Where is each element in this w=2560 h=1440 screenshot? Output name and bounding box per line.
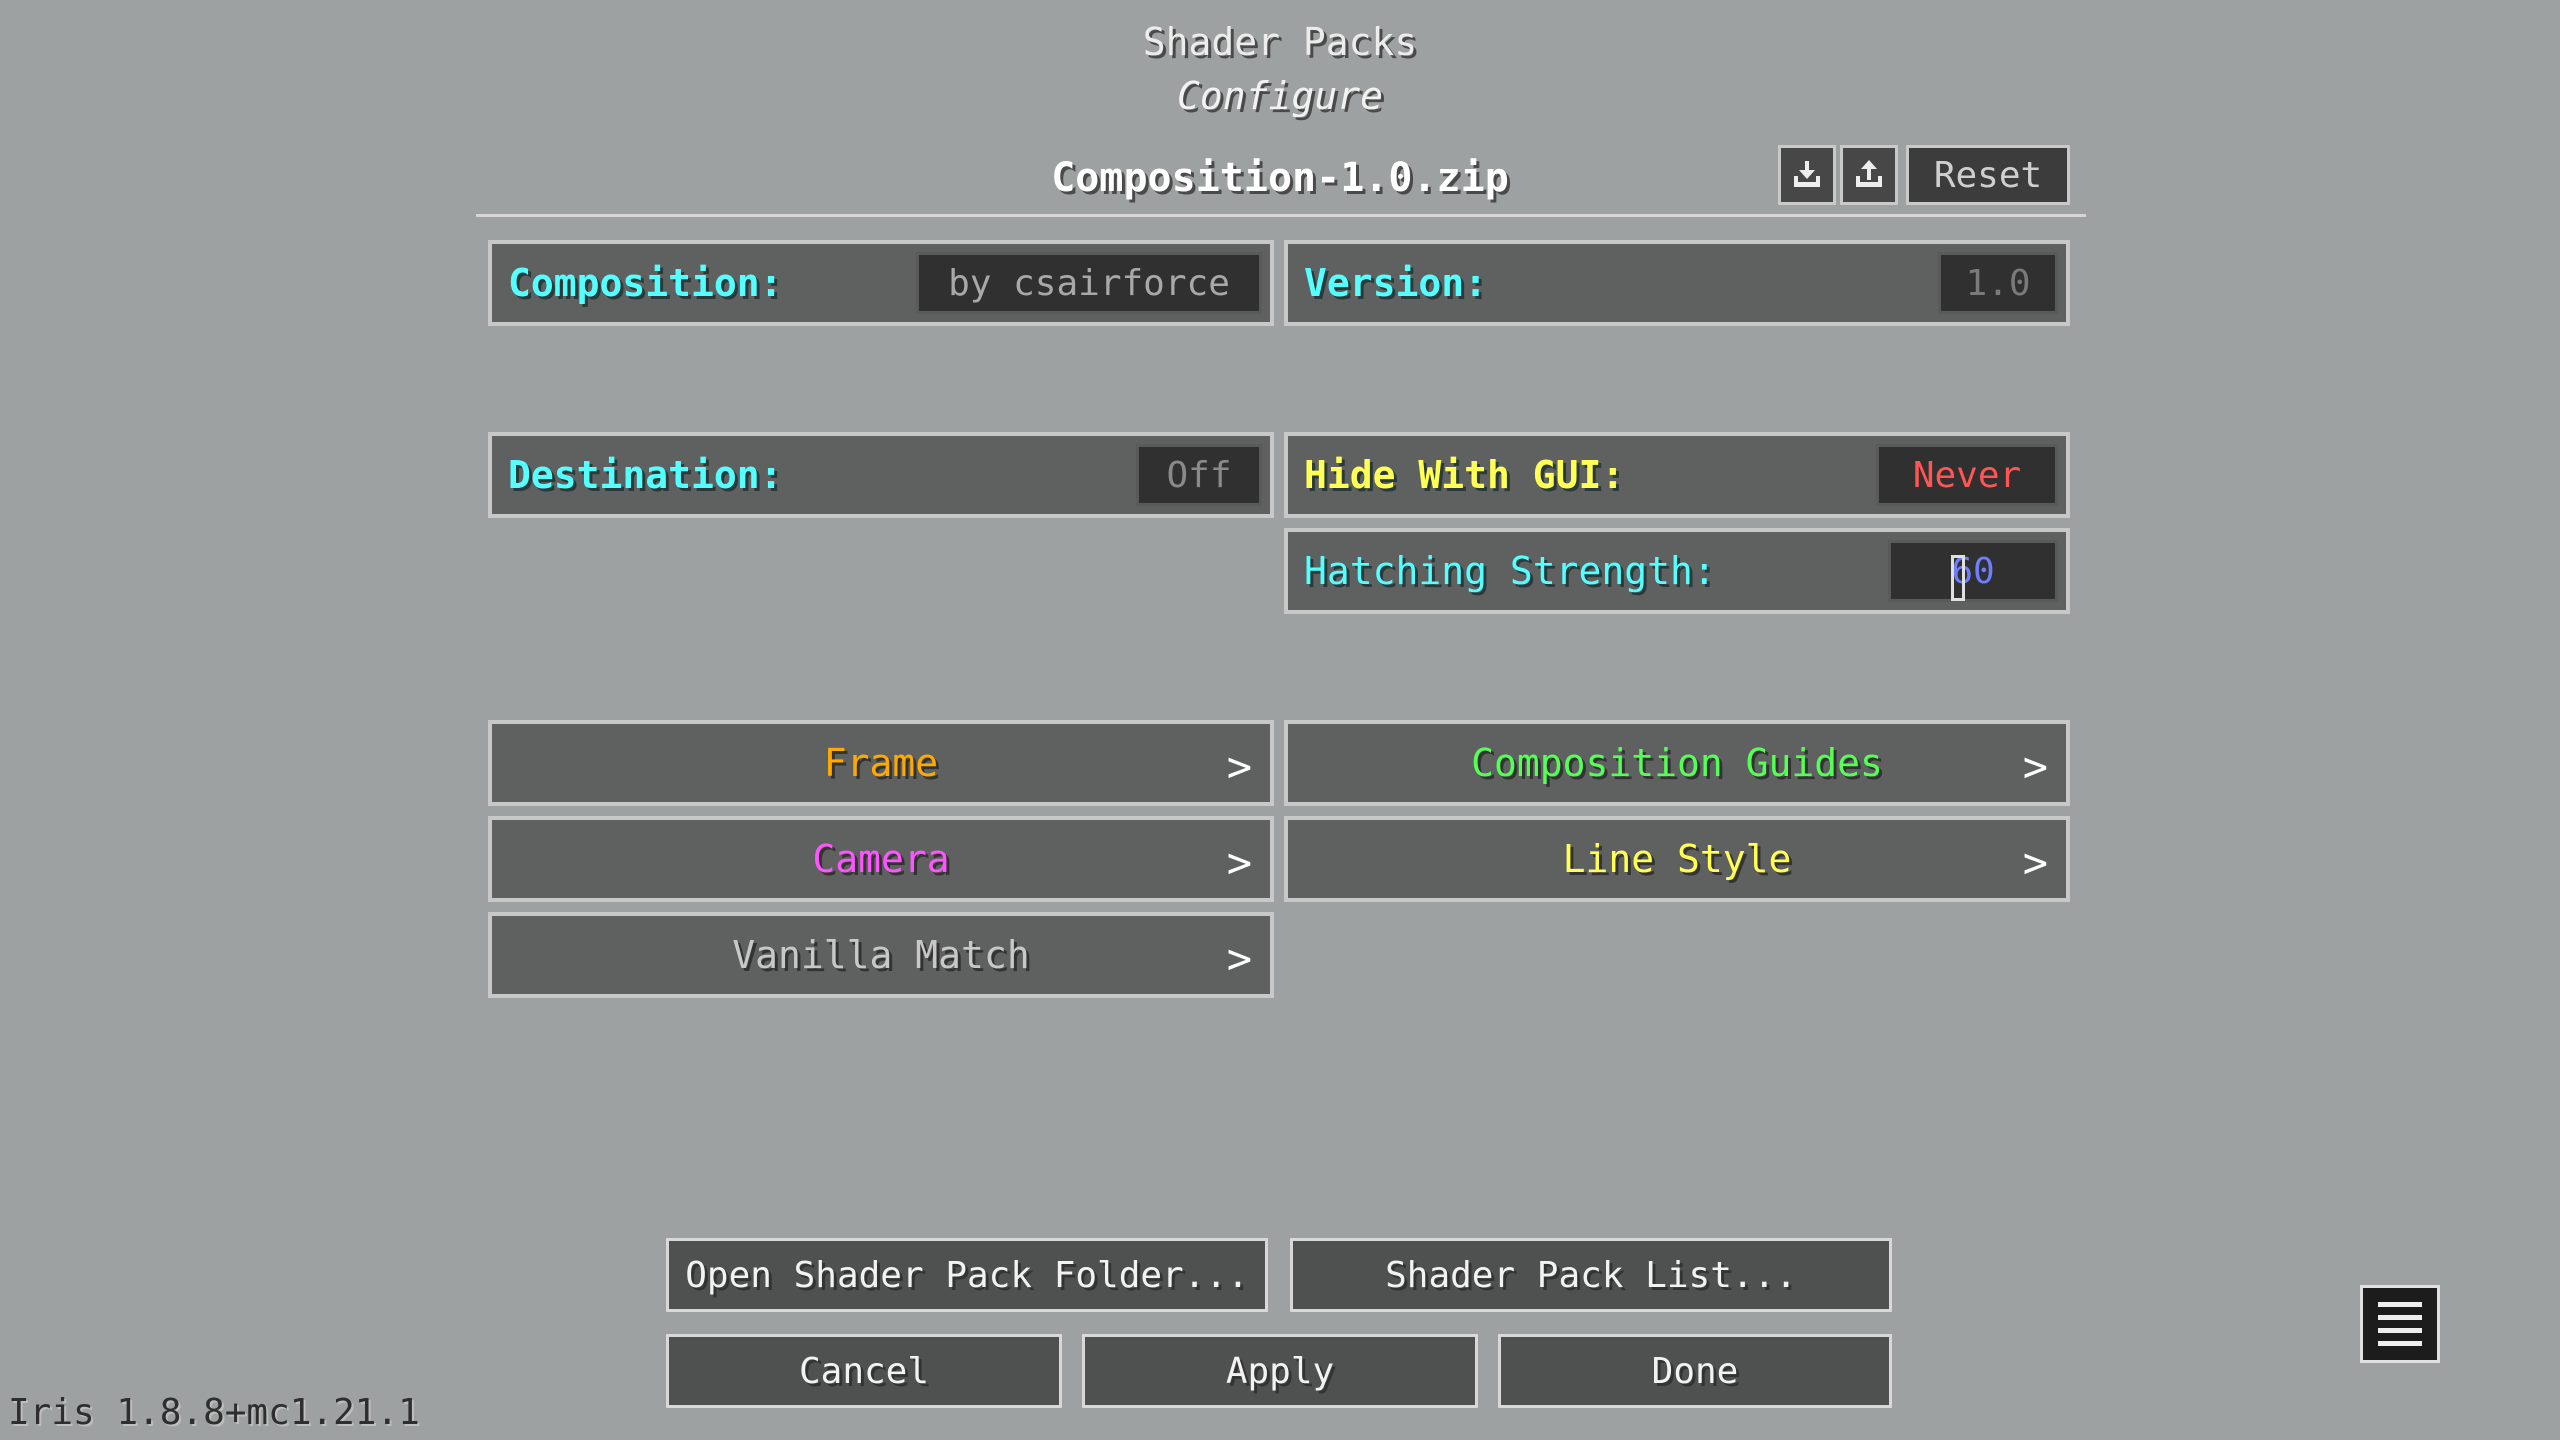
screen-subtitle: Configure — [1177, 74, 1383, 118]
option-value: Never — [1876, 444, 2058, 506]
header-divider — [476, 214, 2086, 217]
option-label: Composition: — [508, 261, 783, 305]
menu-label: Composition Guides — [1471, 741, 1883, 785]
screen-title: Shader Packs — [1142, 20, 1418, 64]
menu-label: Frame — [823, 741, 939, 785]
chevron-right-icon: > — [1226, 934, 1252, 983]
apply-button[interactable]: Apply — [1082, 1334, 1478, 1408]
done-button[interactable]: Done — [1498, 1334, 1892, 1408]
option-value: Off — [1136, 444, 1262, 506]
menu-label: Line Style — [1562, 837, 1792, 881]
open-shader-pack-folder-button[interactable]: Open Shader Pack Folder... — [666, 1238, 1268, 1312]
reset-button[interactable]: Reset — [1906, 145, 2070, 205]
hatching-strength-slider[interactable]: 60 — [1888, 540, 2058, 602]
shader-pack-list-button[interactable]: Shader Pack List... — [1290, 1238, 1892, 1312]
chevron-right-icon: > — [2022, 742, 2048, 791]
destination-option[interactable]: Destination: Off — [488, 432, 1274, 518]
chevron-right-icon: > — [2022, 838, 2048, 887]
frame-menu-button[interactable]: Frame > — [488, 720, 1274, 806]
option-label: Hide With GUI: — [1304, 453, 1625, 497]
hatching-strength-option[interactable]: Hatching Strength: 60 — [1284, 528, 2070, 614]
chevron-right-icon: > — [1226, 838, 1252, 887]
option-value: 1.0 — [1938, 252, 2058, 314]
version-option[interactable]: Version: 1.0 — [1284, 240, 2070, 326]
menu-icon[interactable] — [2360, 1285, 2440, 1363]
menu-label: Vanilla Match — [732, 933, 1030, 977]
menu-label: Camera — [812, 837, 950, 881]
option-label: Version: — [1304, 261, 1488, 305]
chevron-right-icon: > — [1226, 742, 1252, 791]
composition-guides-menu-button[interactable]: Composition Guides > — [1284, 720, 2070, 806]
import-icon — [1794, 161, 1820, 187]
line-style-menu-button[interactable]: Line Style > — [1284, 816, 2070, 902]
hide-with-gui-option[interactable]: Hide With GUI: Never — [1284, 432, 2070, 518]
export-icon — [1856, 160, 1882, 187]
mod-version-text: Iris 1.8.8+mc1.21.1 — [8, 1392, 420, 1433]
cancel-button[interactable]: Cancel — [666, 1334, 1062, 1408]
export-settings-button[interactable] — [1840, 145, 1898, 205]
option-label: Destination: — [508, 453, 783, 497]
camera-menu-button[interactable]: Camera > — [488, 816, 1274, 902]
option-value: by csairforce — [916, 252, 1262, 314]
composition-option[interactable]: Composition: by csairforce — [488, 240, 1274, 326]
shader-pack-name: Composition-1.0.zip — [1051, 155, 1509, 201]
option-label: Hatching Strength: — [1304, 549, 1716, 593]
vanilla-match-menu-button[interactable]: Vanilla Match > — [488, 912, 1274, 998]
import-settings-button[interactable] — [1778, 145, 1836, 205]
slider-handle[interactable] — [1951, 555, 1965, 601]
